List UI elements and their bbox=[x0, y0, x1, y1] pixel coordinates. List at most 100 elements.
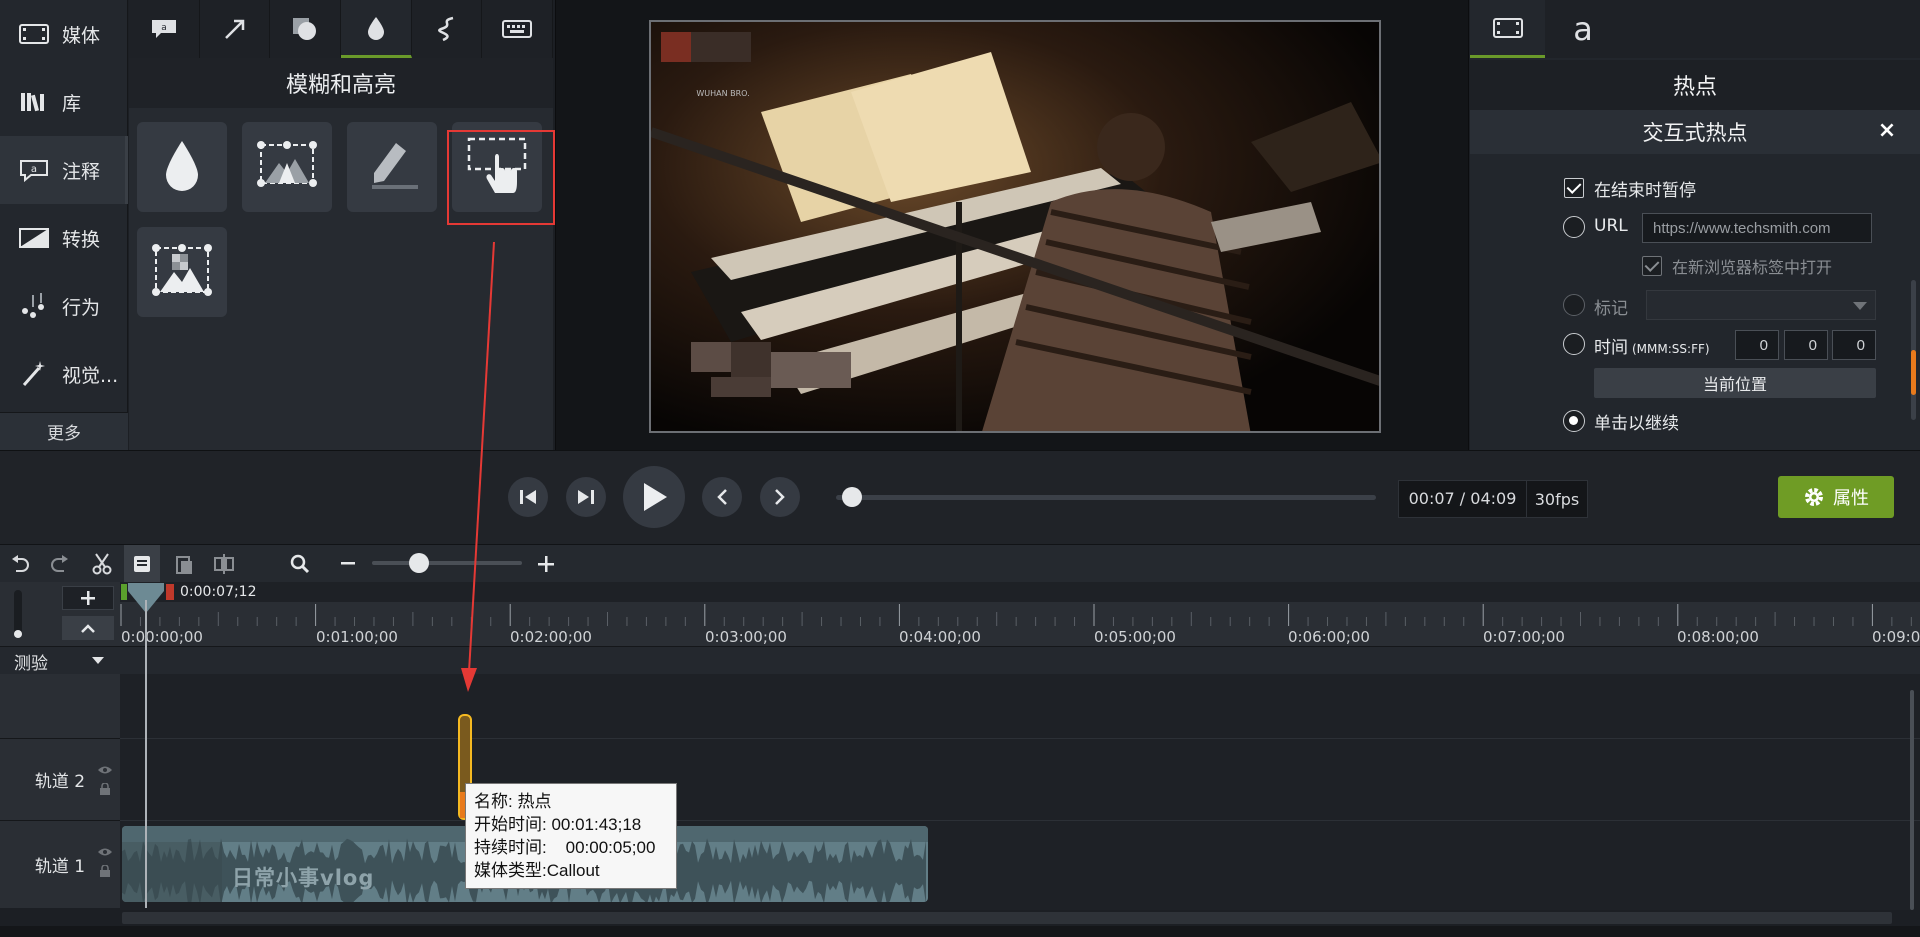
nav-item-behaviors[interactable]: 行为 bbox=[0, 272, 128, 340]
tool-blur[interactable] bbox=[137, 122, 227, 212]
tab-keystrokes[interactable] bbox=[482, 0, 554, 58]
split-button[interactable] bbox=[206, 545, 242, 583]
track-height-knob[interactable] bbox=[14, 630, 22, 638]
tooltip-name: 名称: 热点 bbox=[474, 792, 552, 811]
next-clip-button[interactable] bbox=[760, 477, 800, 517]
zoom-search-button[interactable] bbox=[282, 545, 318, 583]
tab-visual-properties[interactable] bbox=[1470, 0, 1545, 58]
copy-button[interactable] bbox=[124, 545, 160, 583]
text-a-icon: a bbox=[1570, 14, 1596, 44]
zoom-slider-knob[interactable] bbox=[409, 553, 429, 573]
film-icon bbox=[1492, 16, 1523, 40]
lock-icon[interactable] bbox=[99, 865, 111, 877]
marker-select[interactable] bbox=[1646, 290, 1876, 320]
ruler-label: 0:00:00;00 bbox=[121, 628, 203, 646]
scrubber-track[interactable] bbox=[836, 495, 1376, 500]
timeline-horizontal-scrollbar[interactable] bbox=[122, 912, 1892, 924]
quiz-label: 测验 bbox=[14, 654, 48, 674]
tab-arrows-lines[interactable] bbox=[200, 0, 271, 58]
spotlight-icon bbox=[255, 139, 319, 195]
time-frames-input[interactable]: 0 bbox=[1832, 330, 1876, 360]
open-new-tab-checkbox[interactable] bbox=[1642, 256, 1662, 276]
chevron-down-icon[interactable] bbox=[92, 657, 104, 665]
tool-highlight[interactable] bbox=[347, 122, 437, 212]
nav-item-annotations[interactable]: a 注释 bbox=[0, 136, 128, 204]
nav-item-transitions[interactable]: 转换 bbox=[0, 204, 128, 272]
paste-icon bbox=[174, 553, 194, 575]
nav-item-library[interactable]: 库 bbox=[0, 68, 128, 136]
annotation-type-tabs: a bbox=[129, 0, 554, 58]
open-new-tab-label: 在新浏览器标签中打开 bbox=[1672, 258, 1833, 277]
timeline-toolbar bbox=[0, 544, 1920, 583]
zoom-in-button[interactable] bbox=[528, 545, 564, 583]
ruler-label: 0:03:00;00 bbox=[705, 628, 787, 646]
lock-icon[interactable] bbox=[99, 783, 111, 795]
timeline-vertical-scrollbar[interactable] bbox=[1910, 690, 1914, 910]
tool-pixelate[interactable] bbox=[137, 227, 227, 317]
add-track-button[interactable] bbox=[62, 586, 114, 610]
track-name: 轨道 1 bbox=[34, 857, 86, 877]
more-button[interactable]: 更多 bbox=[0, 412, 128, 450]
eye-icon[interactable] bbox=[98, 765, 112, 775]
keyboard-icon bbox=[502, 19, 533, 39]
close-icon[interactable]: × bbox=[1872, 115, 1902, 145]
properties-button[interactable]: 属性 bbox=[1778, 476, 1894, 518]
step-back-button[interactable] bbox=[508, 477, 548, 517]
cut-button[interactable] bbox=[84, 545, 120, 583]
selection-end-marker[interactable] bbox=[166, 584, 174, 600]
tab-shapes[interactable] bbox=[270, 0, 342, 58]
zoom-out-button[interactable] bbox=[330, 545, 366, 583]
redo-button[interactable] bbox=[42, 545, 78, 583]
track-separator bbox=[120, 820, 1920, 821]
clip-label: 日常小事vlog bbox=[232, 866, 375, 890]
tab-sketch-motion[interactable] bbox=[412, 0, 483, 58]
split-icon bbox=[213, 554, 235, 574]
time-radio[interactable] bbox=[1563, 333, 1585, 355]
nav-item-media[interactable]: 媒体 bbox=[0, 0, 128, 68]
undo-button[interactable] bbox=[2, 545, 38, 583]
tooltip-media-type: 媒体类型:Callout bbox=[474, 861, 600, 880]
eye-icon[interactable] bbox=[98, 847, 112, 857]
marker-radio[interactable] bbox=[1563, 294, 1585, 316]
nav-label: 转换 bbox=[62, 228, 101, 251]
playhead-line bbox=[145, 600, 147, 908]
track-header-2[interactable]: 轨道 2 bbox=[0, 738, 120, 820]
paste-button[interactable] bbox=[166, 545, 202, 583]
nav-item-visual-effects[interactable]: 视觉... bbox=[0, 340, 128, 408]
time-seconds-input[interactable]: 0 bbox=[1784, 330, 1828, 360]
quiz-track-row[interactable]: 测验 bbox=[0, 646, 1920, 674]
pause-at-end-checkbox[interactable] bbox=[1564, 178, 1584, 198]
ruler-label: 0:07:00;00 bbox=[1483, 628, 1565, 646]
redo-icon bbox=[50, 555, 70, 573]
arrow-icon bbox=[222, 16, 248, 42]
pixelate-icon bbox=[150, 242, 214, 302]
url-input[interactable]: https://www.techsmith.com bbox=[1642, 213, 1872, 243]
collapse-button[interactable] bbox=[62, 616, 114, 640]
click-to-continue-radio[interactable] bbox=[1563, 410, 1585, 432]
scissors-icon bbox=[92, 553, 112, 575]
tab-text-properties[interactable]: a bbox=[1545, 0, 1620, 58]
ruler-label: 0:01:00;00 bbox=[316, 628, 398, 646]
marker-label: 标记 bbox=[1594, 299, 1628, 319]
transition-icon bbox=[14, 227, 54, 249]
nav-label: 库 bbox=[62, 92, 82, 115]
tab-callouts[interactable]: a bbox=[129, 0, 200, 58]
play-button[interactable] bbox=[623, 466, 685, 528]
track-header-1[interactable]: 轨道 1 bbox=[0, 820, 120, 908]
time-minutes-input[interactable]: 0 bbox=[1735, 330, 1779, 360]
properties-scrollbar[interactable] bbox=[1911, 280, 1916, 420]
ruler-label: 0:08:00;00 bbox=[1677, 628, 1759, 646]
frame-rate: 30fps bbox=[1534, 489, 1580, 509]
selection-strip[interactable] bbox=[120, 582, 1920, 602]
video-canvas[interactable]: WUHAN BRO. bbox=[649, 20, 1381, 433]
current-position-button[interactable]: 当前位置 bbox=[1594, 368, 1876, 398]
tool-spotlight[interactable] bbox=[242, 122, 332, 212]
step-forward-button[interactable] bbox=[566, 477, 606, 517]
url-radio[interactable] bbox=[1563, 216, 1585, 238]
selection-start-marker[interactable] bbox=[121, 584, 127, 600]
tab-blur-highlight[interactable] bbox=[341, 0, 412, 58]
step-forward-icon bbox=[576, 488, 596, 506]
clip-thumbnail bbox=[122, 842, 222, 902]
callout-icon: a bbox=[150, 17, 178, 41]
previous-clip-button[interactable] bbox=[702, 477, 742, 517]
